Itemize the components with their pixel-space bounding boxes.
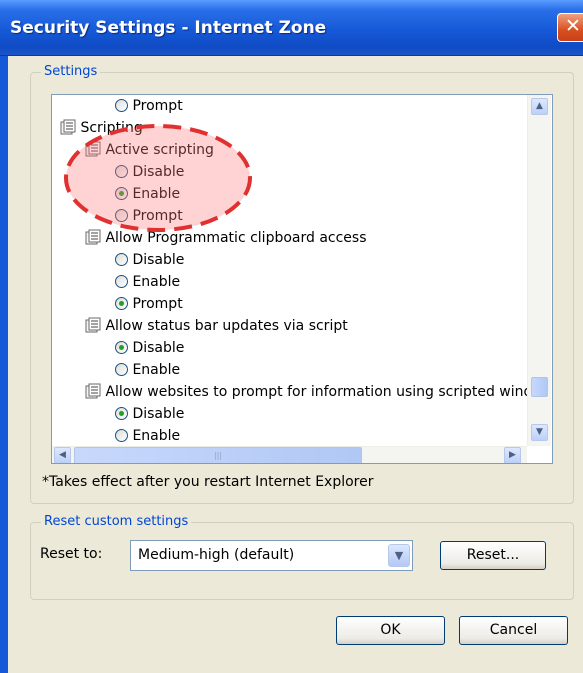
tree-option[interactable]: Enable: [115, 183, 180, 205]
scroll-up-button[interactable]: ▲: [531, 98, 548, 115]
window-title: Security Settings - Internet Zone: [10, 18, 327, 38]
scroll-right-button[interactable]: ▶: [504, 447, 521, 463]
reset-level-dropdown[interactable]: Medium-high (default) ▼: [130, 540, 413, 571]
option-label: Disable: [132, 340, 185, 356]
horizontal-scrollbar[interactable]: ◀ ||| ▶: [52, 446, 527, 463]
tree-setting-clipboard[interactable]: Allow Programmatic clipboard access: [85, 227, 367, 249]
option-label: Disable: [132, 164, 185, 180]
setting-label: Allow websites to prompt for information…: [105, 384, 527, 400]
settings-listbox[interactable]: Prompt Scripting Active scripting Disabl…: [51, 94, 553, 464]
radio-button[interactable]: [115, 209, 128, 222]
radio-button-selected[interactable]: [115, 341, 128, 354]
settings-item-icon: [85, 229, 101, 245]
option-label: Disable: [132, 252, 185, 268]
radio-button[interactable]: [115, 363, 128, 376]
radio-button[interactable]: [115, 165, 128, 178]
radio-button[interactable]: [115, 429, 128, 442]
setting-label: Active scripting: [105, 142, 214, 158]
category-label: Scripting: [80, 120, 143, 136]
chevron-down-icon: ▼: [394, 549, 404, 562]
option-label: Disable: [132, 406, 185, 422]
scroll-grip-icon: |||: [213, 451, 223, 460]
setting-label: Allow Programmatic clipboard access: [105, 230, 367, 246]
chevron-right-icon: ▶: [509, 450, 516, 460]
chevron-left-icon: ◀: [59, 450, 66, 460]
dropdown-button[interactable]: ▼: [388, 544, 410, 567]
security-settings-dialog: Security Settings - Internet Zone ✕ Sett…: [0, 0, 583, 673]
option-label: Prompt: [132, 296, 183, 312]
tree-option[interactable]: Disable: [115, 161, 184, 183]
reset-to-label: Reset to:: [40, 546, 103, 562]
option-label: Enable: [132, 186, 181, 202]
chevron-up-icon: ▲: [536, 101, 543, 111]
reset-group-label: Reset custom settings: [41, 514, 192, 529]
option-label: Enable: [132, 274, 181, 290]
settings-item-icon: [85, 141, 101, 157]
tree-option[interactable]: Prompt: [115, 293, 183, 315]
tree-option[interactable]: Disable: [115, 337, 184, 359]
chevron-down-icon: ▼: [536, 427, 543, 437]
title-bar[interactable]: Security Settings - Internet Zone ✕: [0, 0, 583, 56]
scroll-down-button[interactable]: ▼: [531, 424, 548, 441]
reset-level-value: Medium-high (default): [138, 547, 295, 563]
option-label: Prompt: [132, 208, 183, 224]
tree-option[interactable]: Enable: [115, 425, 180, 446]
radio-button-selected[interactable]: [115, 297, 128, 310]
setting-label: Allow status bar updates via script: [105, 318, 348, 334]
vertical-scrollbar[interactable]: ▲ ▼: [527, 95, 551, 446]
option-label: Enable: [132, 428, 181, 444]
settings-group-label: Settings: [41, 64, 101, 79]
close-icon: ✕: [565, 15, 581, 37]
close-button[interactable]: ✕: [557, 13, 583, 42]
radio-button[interactable]: [115, 99, 128, 112]
settings-category-icon: [60, 119, 76, 135]
tree-option[interactable]: Disable: [115, 403, 184, 425]
tree-category-scripting[interactable]: Scripting: [60, 117, 143, 139]
cancel-button[interactable]: Cancel: [459, 616, 568, 645]
radio-button[interactable]: [115, 253, 128, 266]
radio-button-selected[interactable]: [115, 407, 128, 420]
settings-tree: Prompt Scripting Active scripting Disabl…: [52, 95, 527, 446]
tree-setting-active-scripting[interactable]: Active scripting: [85, 139, 214, 161]
option-label: Enable: [132, 362, 181, 378]
horizontal-scroll-thumb[interactable]: |||: [74, 447, 362, 463]
restart-note: *Takes effect after you restart Internet…: [42, 474, 374, 490]
tree-setting-status-bar[interactable]: Allow status bar updates via script: [85, 315, 348, 337]
tree-option[interactable]: Prompt: [115, 205, 183, 227]
ok-button[interactable]: OK: [336, 616, 445, 645]
tree-option[interactable]: Prompt: [115, 95, 183, 117]
reset-button[interactable]: Reset...: [440, 541, 546, 570]
vertical-scroll-thumb[interactable]: [531, 377, 548, 397]
radio-button-selected[interactable]: [115, 187, 128, 200]
scroll-left-button[interactable]: ◀: [54, 447, 71, 463]
radio-button[interactable]: [115, 275, 128, 288]
settings-item-icon: [85, 383, 101, 399]
settings-item-icon: [85, 317, 101, 333]
tree-option[interactable]: Disable: [115, 249, 184, 271]
tree-option[interactable]: Enable: [115, 271, 180, 293]
option-label: Prompt: [132, 98, 183, 114]
tree-setting-scripted-windows[interactable]: Allow websites to prompt for information…: [85, 381, 527, 403]
tree-option[interactable]: Enable: [115, 359, 180, 381]
